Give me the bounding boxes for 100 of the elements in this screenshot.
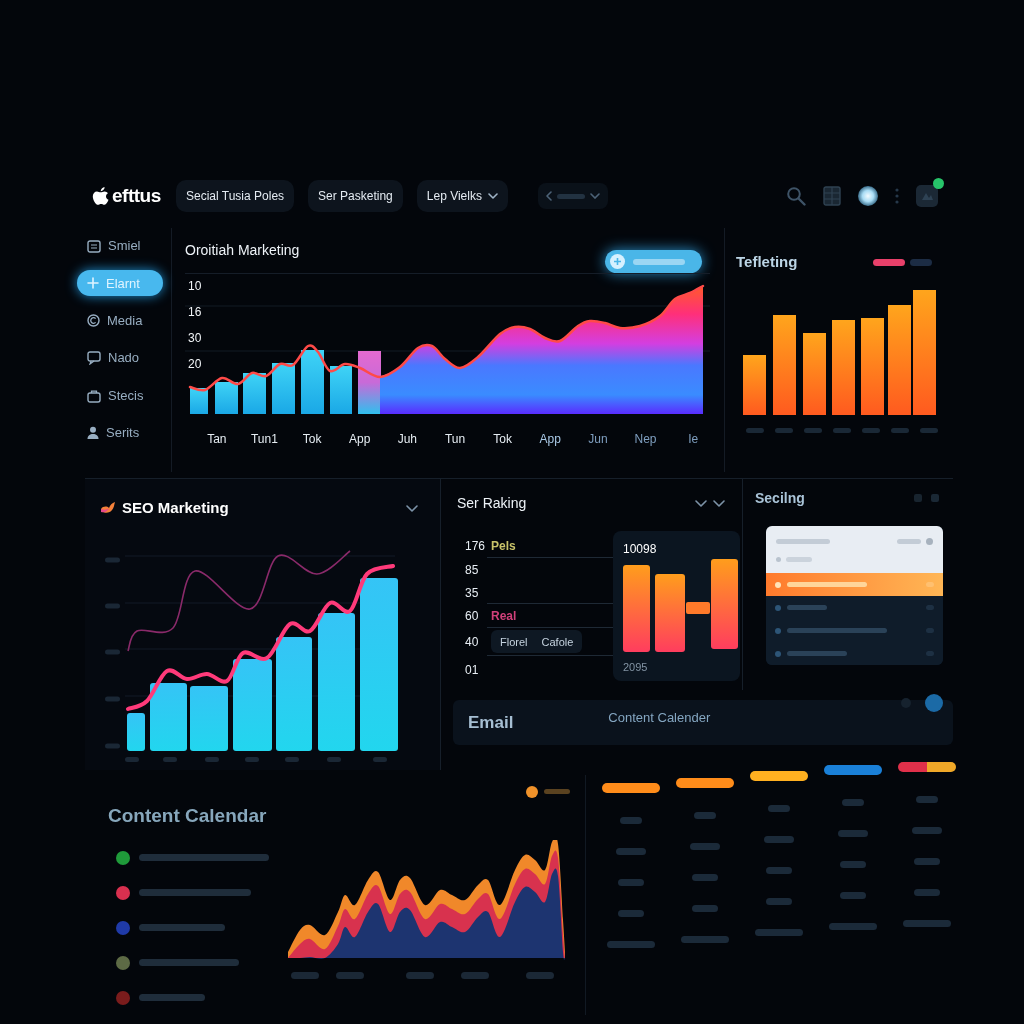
text-placeholder [774,428,793,433]
caret-down-icon [589,193,600,199]
axis-label: 10 [188,278,202,295]
text-placeholder [691,905,718,912]
chevron-down-icon[interactable] [713,499,725,507]
series-label: Pels [491,538,516,553]
chevron-left-icon [545,191,552,201]
leaf-icon [100,501,116,515]
glow-dot-icon[interactable] [858,186,878,206]
text-placeholder [617,910,644,917]
text-placeholder [768,805,790,812]
search-icon[interactable] [786,186,806,206]
text-placeholder [764,836,794,843]
sidebar-item[interactable]: Serits [87,419,140,446]
text-placeholder [840,861,867,868]
segment-button[interactable]: Florel [494,633,534,650]
panel-title: Content Calendar [108,806,267,826]
sidebar-item[interactable]: Media [87,307,143,334]
dot-icon [776,556,781,562]
briefcase-icon [87,388,101,403]
segment-button[interactable]: Cafole [535,633,580,650]
chart-bar [272,363,295,414]
text-placeholder [803,428,822,433]
grid-icon[interactable] [823,186,841,206]
chart-bar [358,351,381,414]
axis-label: Tun1 [251,431,278,448]
chevron-down-icon[interactable] [406,504,418,512]
text-placeholder [829,923,878,930]
stat-caption: 2095 [623,660,649,674]
text-placeholder [615,848,646,855]
text-placeholder [903,920,952,927]
text-placeholder [633,258,685,265]
section-title: Email [468,712,514,733]
dot-icon [775,604,781,611]
axis-label: 40 [465,634,480,650]
text-placeholder [842,799,865,806]
text-placeholder [926,651,934,656]
tab[interactable]: Ser Pasketing [308,180,403,212]
axis-label: Tan [207,431,227,448]
text-placeholder [285,757,299,762]
text-placeholder [617,879,644,886]
axis-label: 60 [465,608,480,624]
text-placeholder [926,605,934,610]
text-placeholder [919,428,938,433]
chat-icon [87,351,101,366]
square-icon[interactable] [914,494,922,502]
text-placeholder [680,936,729,943]
sidebar-item[interactable]: Nado [87,345,140,372]
text-placeholder [373,757,387,762]
tab[interactable]: Lep Vielks [416,180,508,212]
text-placeholder [832,428,851,433]
stat-value: 10098 [623,541,658,557]
text-placeholder [787,651,847,656]
axis-label: Tok [493,431,512,448]
text-placeholder [776,538,830,544]
sidebar-item[interactable]: Stecis [87,382,144,409]
text-placeholder [926,582,934,587]
text-placeholder [105,603,120,609]
chart-bar [743,355,766,415]
dot-icon [926,537,933,545]
status-dot-icon [933,178,944,189]
add-button[interactable] [605,250,702,273]
caret-down-icon [487,193,498,199]
text-placeholder [336,972,364,979]
app-tile-icon[interactable] [916,185,938,207]
user-icon [87,426,99,440]
chart-bar [190,388,208,414]
tab[interactable]: Secial Tusia Poles [176,180,295,212]
circle-icon[interactable] [925,694,943,712]
text-placeholder [125,757,139,762]
square-icon[interactable] [931,494,939,502]
axis-label: 16 [188,304,202,321]
text-placeholder [897,538,921,544]
axis-label: Ie [688,431,699,448]
text-placeholder [914,858,941,865]
chart-bar [127,713,145,751]
plus-icon [87,277,99,290]
axis-label: Tun [444,431,466,448]
axis-label: 30 [188,330,202,347]
panel-title: Oroitiah Marketing [185,241,300,260]
axis-label: 20 [188,356,202,373]
sidebar-item[interactable]: Smiel [87,233,141,259]
text-placeholder [105,743,120,749]
axis-label: App [539,431,561,448]
dropdown-button[interactable] [537,183,608,209]
more-icon[interactable] [895,188,899,204]
text-placeholder [327,757,341,762]
connector-bar [686,602,710,614]
chart-bar [190,686,228,751]
text-placeholder [556,193,585,199]
copyright-icon [87,314,100,328]
dot-icon [775,650,781,657]
text-placeholder [526,972,554,979]
text-placeholder [105,696,120,702]
list-row[interactable] [766,573,943,596]
chevron-down-icon[interactable] [695,499,707,507]
text-placeholder [406,972,434,979]
text-placeholder [840,892,867,899]
text-placeholder [912,827,943,834]
apple-icon [92,186,109,206]
